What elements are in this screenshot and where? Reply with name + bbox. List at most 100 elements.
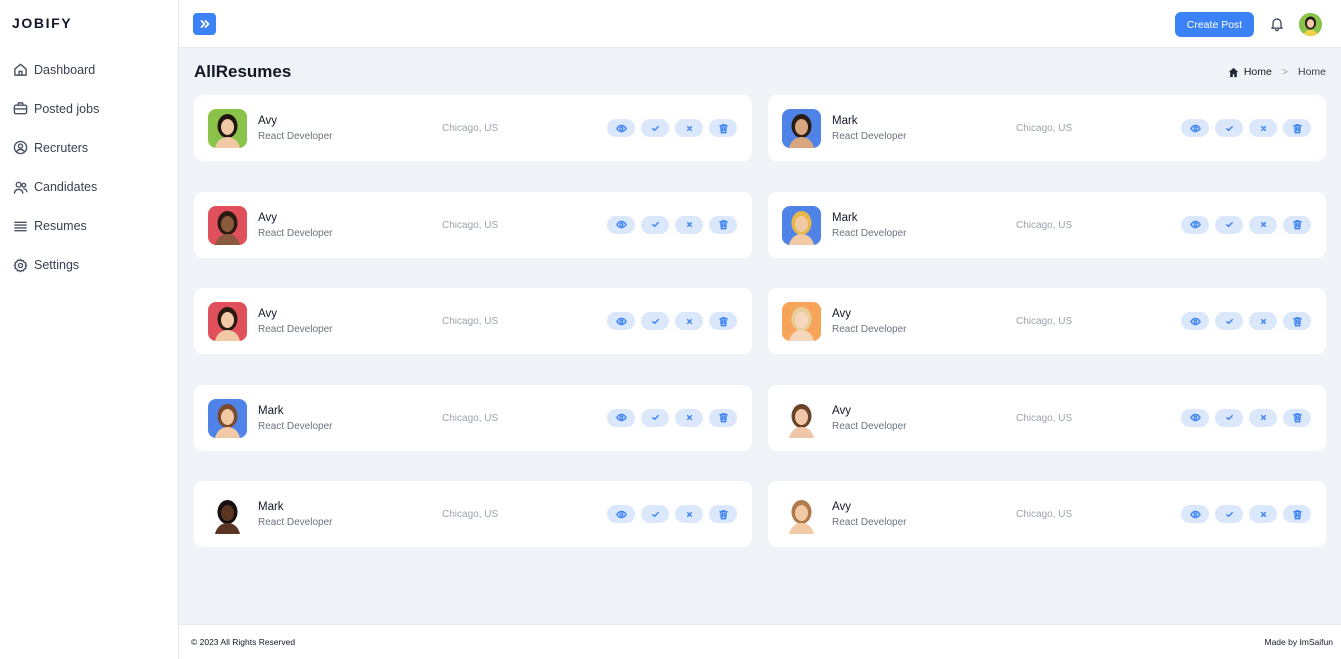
close-icon (686, 221, 692, 228)
delete-button[interactable] (709, 505, 737, 523)
candidate-avatar (208, 205, 247, 245)
top-bar: Create Post (179, 0, 1341, 48)
home-icon (1228, 67, 1239, 78)
resume-card[interactable]: Mark React Developer Chicago, US (768, 95, 1326, 161)
trash-icon (718, 220, 728, 230)
eye-icon (1189, 413, 1201, 422)
approve-button[interactable] (641, 505, 669, 523)
resume-card[interactable]: Mark React Developer Chicago, US (768, 191, 1326, 258)
view-resume-button[interactable] (1181, 312, 1209, 330)
candidate-avatar (782, 109, 821, 148)
candidate-role: React Developer (832, 227, 907, 239)
check-icon (1225, 221, 1233, 228)
check-icon (1225, 511, 1233, 517)
delete-button[interactable] (1283, 505, 1311, 523)
candidate-location: Chicago, US (442, 316, 499, 327)
view-resume-button[interactable] (607, 408, 635, 427)
view-resume-button[interactable] (607, 215, 635, 234)
sidebar-toggle-button[interactable] (193, 13, 216, 35)
reject-button[interactable] (1249, 215, 1277, 234)
approve-button[interactable] (641, 215, 669, 234)
approve-button[interactable] (641, 408, 669, 427)
resume-card[interactable]: Mark React Developer Chicago, US (194, 481, 752, 547)
approve-button[interactable] (1215, 215, 1243, 234)
view-resume-button[interactable] (607, 119, 635, 137)
reject-button[interactable] (1249, 408, 1277, 427)
resume-card[interactable]: Avy React Developer Chicago, US (768, 481, 1326, 547)
resume-actions (1181, 119, 1311, 137)
resume-actions (1181, 408, 1311, 427)
delete-button[interactable] (709, 119, 737, 137)
trash-icon (1292, 220, 1302, 230)
eye-icon (1189, 220, 1201, 229)
approve-button[interactable] (641, 312, 669, 330)
check-icon (651, 414, 659, 421)
approve-button[interactable] (1215, 408, 1243, 427)
reject-button[interactable] (675, 215, 703, 234)
eye-icon (615, 220, 627, 229)
candidate-role: React Developer (258, 420, 333, 432)
approve-button[interactable] (1215, 312, 1243, 330)
approve-button[interactable] (1215, 505, 1243, 523)
sidebar-item-settings[interactable]: Settings (0, 252, 178, 279)
delete-button[interactable] (1283, 119, 1311, 137)
candidate-location: Chicago, US (442, 123, 499, 134)
delete-button[interactable] (1283, 215, 1311, 234)
eye-icon (615, 317, 627, 325)
reject-button[interactable] (675, 119, 703, 137)
view-resume-button[interactable] (1181, 119, 1209, 137)
approve-button[interactable] (641, 119, 669, 137)
close-icon (1260, 221, 1266, 228)
delete-button[interactable] (1283, 408, 1311, 427)
resume-card[interactable]: Avy React Developer Chicago, US (768, 288, 1326, 354)
trash-icon (718, 316, 728, 326)
candidate-role: React Developer (258, 517, 333, 528)
resume-card[interactable]: Avy React Developer Chicago, US (194, 288, 752, 354)
resume-card[interactable]: Avy React Developer Chicago, US (194, 191, 752, 258)
user-avatar[interactable] (1299, 13, 1322, 36)
view-resume-button[interactable] (1181, 505, 1209, 523)
view-resume-button[interactable] (1181, 215, 1209, 234)
candidate-name: Avy (832, 501, 851, 513)
eye-icon (1189, 510, 1201, 518)
sidebar-item-posted-jobs[interactable]: Posted jobs (0, 95, 178, 122)
sidebar-item-resumes[interactable]: Resumes (0, 213, 178, 240)
delete-button[interactable] (709, 215, 737, 234)
resume-actions (607, 119, 737, 137)
delete-button[interactable] (1283, 312, 1311, 330)
sidebar-item-candidates[interactable]: Candidates (0, 174, 178, 201)
resume-card[interactable]: Avy React Developer Chicago, US (768, 384, 1326, 451)
trash-icon (1292, 123, 1302, 133)
breadcrumb-home-link[interactable]: Home (1244, 66, 1272, 78)
reject-button[interactable] (1249, 505, 1277, 523)
resume-card[interactable]: Avy React Developer Chicago, US (194, 95, 752, 161)
create-post-button[interactable]: Create Post (1175, 12, 1254, 37)
check-icon (1225, 125, 1233, 131)
view-resume-button[interactable] (607, 312, 635, 330)
sidebar-item-recruters[interactable]: Recruters (0, 134, 178, 161)
candidate-avatar (782, 302, 821, 341)
resume-card[interactable]: Mark React Developer Chicago, US (194, 384, 752, 451)
view-resume-button[interactable] (607, 505, 635, 523)
sidebar-item-dashboard[interactable]: Dashboard (0, 56, 178, 83)
candidate-avatar (208, 302, 247, 341)
reject-button[interactable] (675, 505, 703, 523)
reject-button[interactable] (1249, 312, 1277, 330)
bell-icon[interactable] (1269, 16, 1285, 32)
candidate-name: Mark (258, 501, 284, 513)
reject-button[interactable] (1249, 119, 1277, 137)
check-icon (651, 125, 659, 131)
breadcrumb: Home > Home (1228, 66, 1326, 78)
reject-button[interactable] (675, 312, 703, 330)
gear-icon (12, 257, 28, 273)
candidate-name: Mark (258, 404, 284, 417)
delete-button[interactable] (709, 312, 737, 330)
delete-button[interactable] (709, 408, 737, 427)
approve-button[interactable] (1215, 119, 1243, 137)
resume-actions (1181, 215, 1311, 234)
home-icon (12, 62, 28, 78)
reject-button[interactable] (675, 408, 703, 427)
view-resume-button[interactable] (1181, 408, 1209, 427)
copyright-text: © 2023 All Rights Reserved (191, 637, 296, 647)
brand-logo[interactable]: JOBIFY (12, 15, 72, 31)
